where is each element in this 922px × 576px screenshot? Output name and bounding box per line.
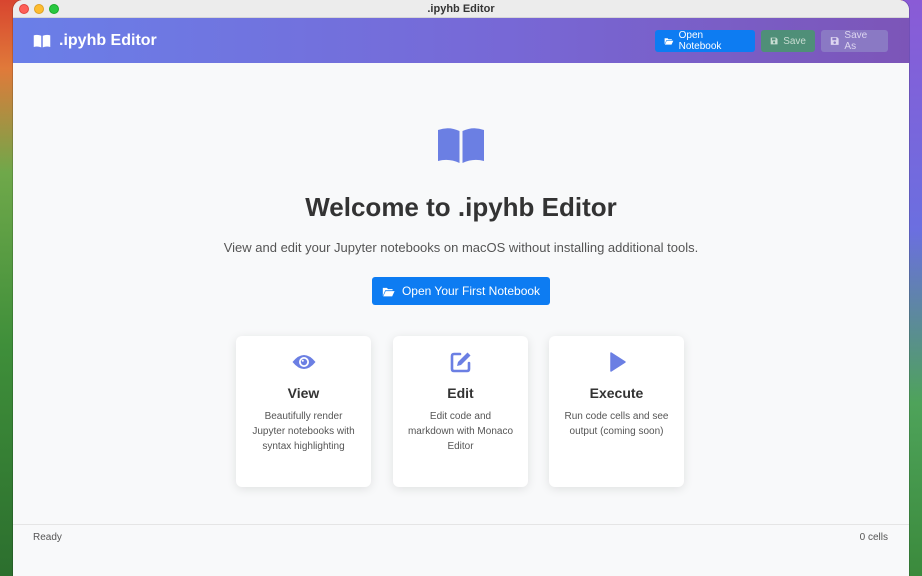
app-brand: .ipyhb Editor (33, 32, 157, 50)
app-window: .ipyhb Editor .ipyhb Editor Open Noteboo… (13, 0, 909, 576)
feature-description: Edit code and markdown with Monaco Edito… (407, 411, 514, 452)
status-text: Ready (33, 532, 62, 543)
welcome-subtitle: View and edit your Jupyter notebooks on … (223, 240, 699, 255)
save-button[interactable]: Save (761, 30, 815, 52)
feature-card-view: View Beautifully render Jupyter notebook… (236, 336, 371, 487)
open-first-notebook-button[interactable]: Open Your First Notebook (372, 277, 550, 305)
maximize-window-button[interactable] (49, 4, 59, 14)
save-icon (830, 37, 839, 45)
open-notebook-label: Open Notebook (678, 30, 722, 52)
edit-icon (450, 352, 470, 373)
window-controls (19, 4, 59, 14)
minimize-window-button[interactable] (34, 4, 44, 14)
feature-card-edit: Edit Edit code and markdown with Monaco … (393, 336, 528, 487)
feature-title: Edit (447, 385, 474, 401)
status-bar: Ready 0 cells (13, 524, 909, 550)
open-notebook-button[interactable]: Open Notebook (655, 30, 755, 52)
welcome-screen: Welcome to .ipyhb Editor View and edit y… (13, 63, 909, 550)
save-as-label: Save As (844, 30, 868, 52)
open-first-notebook-label: Open Your First Notebook (401, 284, 541, 298)
feature-title: Execute (589, 385, 644, 401)
feature-title: View (287, 385, 320, 401)
book-icon (438, 128, 484, 163)
cell-count: 0 cells (859, 532, 888, 543)
window-title: .ipyhb Editor (427, 2, 495, 15)
welcome-title: Welcome to .ipyhb Editor (305, 192, 617, 222)
header-toolbar: Open Notebook Save Save As (655, 30, 888, 52)
close-window-button[interactable] (19, 4, 29, 14)
book-icon (33, 34, 51, 47)
app-header: .ipyhb Editor Open Notebook Save Save As (13, 18, 909, 63)
feature-description: Run code cells and see output (coming so… (564, 411, 669, 437)
save-label: Save (783, 35, 806, 47)
app-title: .ipyhb Editor (59, 31, 157, 49)
eye-icon (292, 355, 315, 369)
folder-open-icon (664, 38, 674, 45)
save-as-button[interactable]: Save As (821, 30, 888, 52)
save-icon (770, 37, 778, 45)
play-icon (609, 352, 626, 372)
feature-card-execute: Execute Run code cells and see output (c… (549, 336, 684, 487)
folder-open-icon (382, 287, 395, 296)
window-titlebar[interactable]: .ipyhb Editor (13, 0, 909, 18)
feature-description: Beautifully render Jupyter notebooks wit… (252, 411, 355, 452)
